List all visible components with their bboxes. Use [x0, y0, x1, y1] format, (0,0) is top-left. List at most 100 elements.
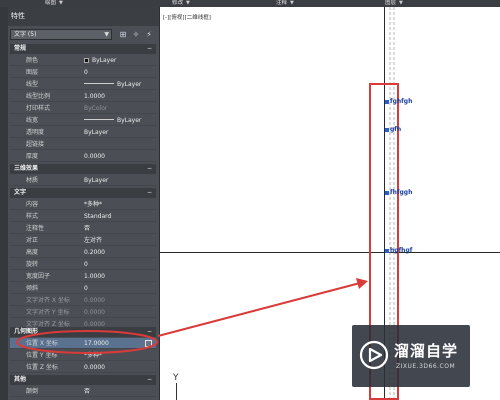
prop-value: 0.2000: [84, 249, 105, 256]
linetype-preview-icon: [84, 83, 114, 84]
section-general[interactable]: 常规 −: [10, 44, 156, 54]
prop-row-position-y[interactable]: 位置 Y 坐标 *多种*: [10, 350, 156, 361]
prop-name: 文字对齐 X 坐标: [26, 297, 70, 304]
prop-row-layer[interactable]: 图层 0: [10, 67, 156, 78]
prop-value: 1.0000: [84, 93, 105, 100]
prop-name: 位置 X 坐标: [26, 340, 58, 347]
text-object[interactable]: gfh: [385, 126, 401, 133]
section-misc[interactable]: 其他 −: [10, 375, 156, 385]
prop-name: 倾斜: [26, 285, 39, 292]
prop-row-plot-style[interactable]: 打印样式 ByColor: [10, 103, 156, 114]
prop-row-height[interactable]: 高度 0.2000: [10, 247, 156, 258]
prop-row-thickness[interactable]: 厚度 0.0000: [10, 151, 156, 162]
palette-side-strip[interactable]: [0, 7, 8, 400]
prop-value: 0: [84, 261, 88, 268]
prop-name: 样式: [26, 213, 39, 220]
prop-row-justify[interactable]: 对正 左对齐: [10, 235, 156, 246]
prop-value: 否: [84, 388, 91, 395]
section-text[interactable]: 文字 −: [10, 188, 156, 198]
prop-row-align-x[interactable]: 文字对齐 X 坐标 0.0000: [10, 295, 156, 306]
prop-row-hyperlink[interactable]: 超链接: [10, 139, 156, 150]
section-geometry[interactable]: 几何图形 −: [10, 327, 156, 337]
grip-icon[interactable]: [385, 191, 389, 195]
prop-name: 位置 Y 坐标: [26, 352, 58, 359]
collapse-icon[interactable]: −: [147, 44, 152, 54]
quick-select-icon[interactable]: ⚡: [144, 29, 154, 40]
prop-value: *多种*: [84, 201, 103, 208]
prop-row-annotative[interactable]: 注释性 否: [10, 223, 156, 234]
section-3d-label: 三维效果: [14, 165, 39, 172]
select-objects-icon[interactable]: ✧: [131, 29, 141, 40]
prop-value: ByLayer: [117, 117, 142, 124]
prop-row-contents[interactable]: 内容 *多种*: [10, 199, 156, 210]
ribbon-modify-label: 修改: [172, 0, 184, 6]
lineweight-preview-icon: [84, 119, 114, 120]
prop-row-width-factor[interactable]: 宽度因子 1.0000: [10, 271, 156, 282]
prop-row-align-y[interactable]: 文字对齐 Y 坐标 0.0000: [10, 307, 156, 318]
ribbon-layers-label: 图层: [385, 0, 397, 6]
text-object-content: fghfgh: [390, 98, 413, 105]
prop-name: 材质: [26, 177, 39, 184]
prop-value: ByColor: [84, 105, 108, 112]
prop-name: 图层: [26, 69, 39, 76]
ribbon-layers-menu[interactable]: 图层 ▼: [385, 0, 403, 7]
ribbon-draw-menu[interactable]: 绘图 ▼: [45, 0, 63, 7]
prop-name: 超链接: [26, 141, 45, 148]
grip-icon[interactable]: [385, 100, 389, 104]
ribbon-draw-label: 绘图: [45, 0, 57, 6]
prop-row-lineweight[interactable]: 线宽 ByLayer: [10, 115, 156, 126]
prop-row-linetype-scale[interactable]: 线型比例 1.0000: [10, 91, 156, 102]
ribbon-modify-menu[interactable]: 修改 ▼: [172, 0, 190, 7]
watermark-url: ZIXUE.3D66.COM: [396, 363, 456, 370]
prop-name: 颠倒: [26, 388, 39, 395]
collapse-icon[interactable]: −: [147, 375, 152, 385]
prop-name: 位置 Z 坐标: [26, 364, 58, 371]
prop-value: 0.0000: [84, 309, 105, 316]
collapse-icon[interactable]: −: [147, 327, 152, 337]
prop-value: 左对齐: [84, 237, 103, 244]
section-misc-label: 其他: [14, 376, 27, 383]
prop-name: 线型: [26, 81, 39, 88]
section-3d-effects[interactable]: 三维效果 −: [10, 164, 156, 174]
collapse-icon[interactable]: −: [147, 164, 152, 174]
prop-name: 文字对齐 Y 坐标: [26, 309, 70, 316]
prop-name: 对正: [26, 237, 39, 244]
prop-row-upside-down[interactable]: 颠倒 否: [10, 386, 156, 397]
prop-row-obliquing[interactable]: 倾斜 0: [10, 283, 156, 294]
prop-row-position-z[interactable]: 位置 Z 坐标 0.0000: [10, 362, 156, 373]
prop-row-color[interactable]: 颜色 ByLayer: [10, 55, 156, 66]
grip-icon[interactable]: [385, 128, 389, 132]
viewport-controls[interactable]: [-][俯视][二维线框]: [163, 13, 211, 21]
object-type-select[interactable]: 文字 (5) ▼: [10, 29, 112, 40]
prop-row-style[interactable]: 样式 Standard: [10, 211, 156, 222]
collapse-icon[interactable]: −: [147, 188, 152, 198]
text-object-content: gfh: [390, 126, 402, 133]
quick-calc-icon[interactable]: [145, 340, 152, 347]
prop-row-rotation[interactable]: 旋转 0: [10, 259, 156, 270]
prop-value: 0: [84, 285, 88, 292]
chevron-down-icon: ▼: [59, 0, 63, 6]
selection-row: 文字 (5) ▼ ⊞ ✧ ⚡: [10, 29, 159, 41]
text-object[interactable]: fhfggh: [385, 189, 412, 196]
ucs-y-axis: [176, 383, 177, 400]
prop-value: ByLayer: [117, 81, 142, 88]
prop-value: ByLayer: [84, 177, 109, 184]
prop-row-material[interactable]: 材质 ByLayer: [10, 175, 156, 186]
prop-row-transparency[interactable]: 透明度 ByLayer: [10, 127, 156, 138]
ribbon-annotate-menu[interactable]: 注释 ▼: [276, 0, 294, 7]
ribbon-bar: 绘图 ▼ 修改 ▼ 注释 ▼ 图层 ▼: [0, 0, 500, 7]
text-object[interactable]: fghfgh: [385, 98, 412, 105]
drawing-canvas[interactable]: [-][俯视][二维线框] fghfgh gfh fhfggh hgfhgf Y…: [160, 7, 500, 400]
watermark-title: 溜溜自学: [394, 342, 459, 360]
prop-row-linetype[interactable]: 线型 ByLayer: [10, 79, 156, 90]
prop-row-position-x[interactable]: 位置 X 坐标 17.0000: [10, 338, 156, 349]
chevron-down-icon: ▼: [186, 0, 190, 6]
prop-value: ByLayer: [84, 129, 109, 136]
section-general-label: 常规: [14, 45, 27, 52]
grip-icon[interactable]: [385, 249, 389, 253]
prop-value: 0.0000: [84, 364, 105, 371]
prop-name: 颜色: [26, 57, 39, 64]
prop-name: 内容: [26, 201, 39, 208]
text-object[interactable]: hgfhgf: [385, 247, 412, 254]
toggle-pickadd-icon[interactable]: ⊞: [118, 29, 128, 40]
